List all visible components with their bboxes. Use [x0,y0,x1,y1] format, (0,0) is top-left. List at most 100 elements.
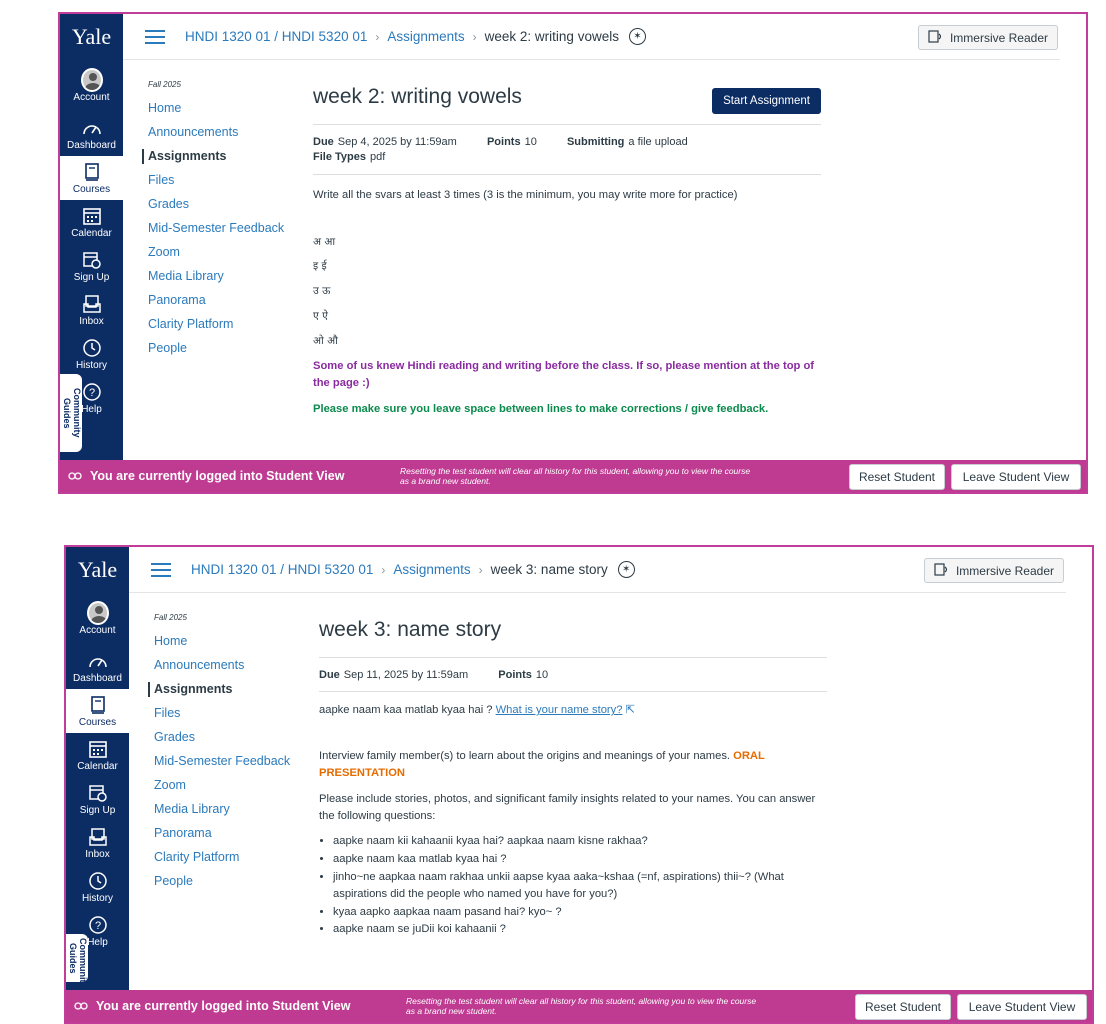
chevron-right-icon: › [381,562,386,577]
nav-inbox[interactable]: Inbox [60,288,123,332]
course-nav-home[interactable]: Home [148,101,288,116]
course-nav-media-library[interactable]: Media Library [154,802,294,817]
assignment-description: Write all the svars at least 3 times (3 … [313,187,821,418]
term-label: Fall 2025 [154,613,187,622]
nav-calendar[interactable]: Calendar [60,200,123,244]
list-item: jinho~ne aapkaa naam rakhaa unkii aapse … [333,869,827,903]
list-item: aapke naam kii kahaanii kyaa hai? aapkaa… [333,833,827,850]
breadcrumb-assignments[interactable]: Assignments [387,29,464,44]
divider [319,691,827,693]
vowel-line: इ ई [313,260,327,273]
help-icon: ? [81,381,103,403]
immersive-reader-button[interactable]: Immersive Reader [917,25,1058,50]
nav-signup[interactable]: Sign Up [66,777,129,821]
immersive-reader-button[interactable]: Immersive Reader [923,558,1064,583]
help-icon: ? [87,914,109,936]
chevron-right-icon: › [472,29,477,44]
file-types-value: pdf [369,151,386,164]
course-nav-people[interactable]: People [148,341,288,356]
breadcrumb-current: week 2: writing vowels [484,29,619,44]
course-nav-grades[interactable]: Grades [148,197,288,212]
assignment-content: week 3: name story Due Sep 11, 2025 by 11… [319,613,827,939]
assignment-content: week 2: writing vowels Start Assignment … [313,80,821,427]
community-guides-tab[interactable]: Community Guides [60,374,82,452]
avatar-icon [80,68,103,92]
spacing-note: Please make sure you leave space between… [313,402,769,415]
reset-student-button[interactable]: Reset Student [849,464,945,490]
svg-text:?: ? [88,387,94,399]
course-nav-mid-semester-feedback[interactable]: Mid-Semester Feedback [154,754,294,769]
course-nav-media-library[interactable]: Media Library [148,269,288,284]
clock-icon [87,870,109,892]
hamburger-menu-icon[interactable] [151,559,171,581]
course-nav: Fall 2025 Home Announcements Assignments… [148,613,294,898]
due-label: Due [319,669,340,681]
course-nav-grades[interactable]: Grades [154,730,294,745]
vowel-line: उ ऊ [313,285,331,298]
name-story-link[interactable]: What is your name story? [496,704,623,716]
nav-courses[interactable]: Courses [66,689,129,733]
canvas-window-week2: Yale Account Dashboard Courses Calendar … [58,12,1088,494]
clock-icon [81,337,103,359]
calendar-icon [87,738,109,760]
nav-inbox[interactable]: Inbox [66,821,129,865]
hamburger-menu-icon[interactable] [145,26,165,48]
dashboard-icon [87,650,109,672]
nav-courses[interactable]: Courses [60,156,123,200]
term-label: Fall 2025 [148,80,181,89]
nav-signup[interactable]: Sign Up [60,244,123,288]
course-nav-files[interactable]: Files [148,173,288,188]
community-guides-tab[interactable]: Community Guides [66,934,88,982]
yale-logo[interactable]: Yale [60,14,123,60]
breadcrumb-assignments[interactable]: Assignments [393,562,470,577]
assignment-details: Due Sep 4, 2025 by 11:59am Points 10 Submi… [313,125,821,174]
student-view-icon [68,469,82,483]
course-nav-clarity-platform[interactable]: Clarity Platform [148,317,288,332]
start-assignment-button[interactable]: Start Assignment [712,88,821,114]
leave-student-view-button[interactable]: Leave Student View [951,464,1081,490]
vowel-line: ओ औ [313,334,338,347]
accessibility-icon[interactable]: ✶ [628,28,646,45]
leave-student-view-button[interactable]: Leave Student View [957,994,1087,1020]
immersive-reader-icon [928,29,944,46]
vowel-line: ए ऐ [313,309,328,322]
nav-account[interactable]: Account [66,593,129,645]
course-nav-panorama[interactable]: Panorama [154,826,294,841]
breadcrumb-course[interactable]: HNDI 1320 01 / HNDI 5320 01 [191,562,373,577]
nav-dashboard[interactable]: Dashboard [60,112,123,156]
course-nav-clarity-platform[interactable]: Clarity Platform [154,850,294,865]
course-nav-people[interactable]: People [154,874,294,889]
breadcrumb-course[interactable]: HNDI 1320 01 / HNDI 5320 01 [185,29,367,44]
course-nav-home[interactable]: Home [154,634,294,649]
vowel-line: अ आ [313,235,336,248]
prior-knowledge-note: Some of us knew Hindi reading and writin… [313,360,815,390]
course-nav-panorama[interactable]: Panorama [148,293,288,308]
course-nav-zoom[interactable]: Zoom [148,245,288,260]
student-view-icon [74,999,88,1013]
page-title: week 3: name story [319,618,502,641]
dashboard-icon [81,117,103,139]
nav-history[interactable]: History [66,865,129,909]
due-label: Due [313,136,334,148]
nav-dashboard[interactable]: Dashboard [66,645,129,689]
nav-calendar[interactable]: Calendar [66,733,129,777]
course-nav-mid-semester-feedback[interactable]: Mid-Semester Feedback [148,221,288,236]
file-types-label: File Types [313,151,366,164]
nav-account[interactable]: Account [60,60,123,112]
course-nav-assignments[interactable]: Assignments [142,149,288,164]
course-nav-announcements[interactable]: Announcements [154,658,294,673]
course-nav-files[interactable]: Files [154,706,294,721]
calendar-clock-icon [87,782,109,804]
intro-line: aapke naam kaa matlab kyaa hai ? What is… [319,704,635,717]
nav-history[interactable]: History [60,332,123,376]
student-view-label: You are currently logged into Student Vi… [74,999,406,1013]
course-nav-assignments[interactable]: Assignments [148,682,294,697]
list-item: aapke naam se juDii koi kahaanii ? [333,921,827,938]
accessibility-icon[interactable]: ✶ [617,561,635,578]
student-view-bar: You are currently logged into Student Vi… [66,990,1092,1022]
course-nav-zoom[interactable]: Zoom [154,778,294,793]
course-nav-announcements[interactable]: Announcements [148,125,288,140]
reset-student-button[interactable]: Reset Student [855,994,951,1020]
yale-logo[interactable]: Yale [66,547,129,593]
points-value: 10 [524,136,537,148]
